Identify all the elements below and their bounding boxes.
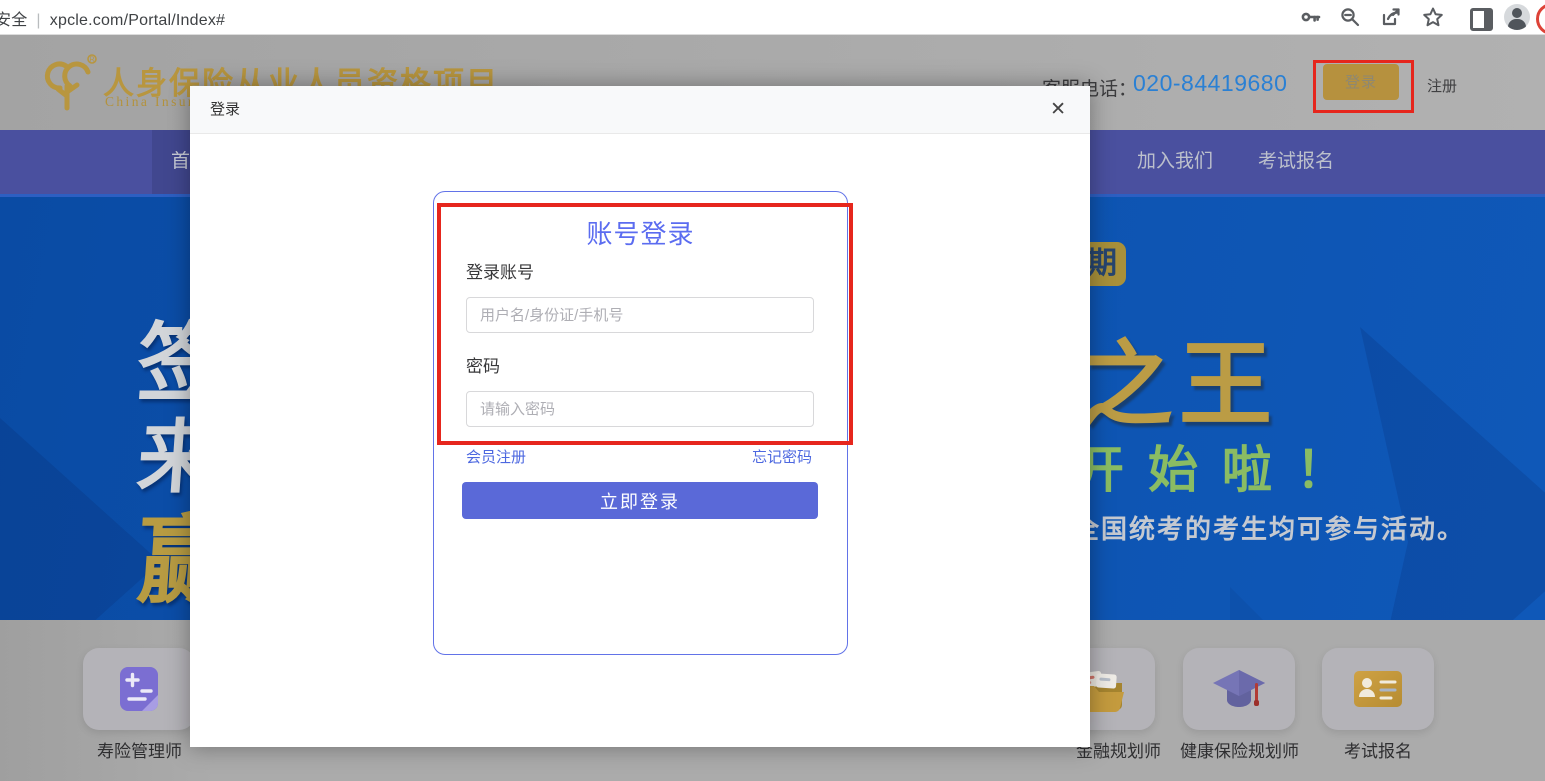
graduation-cap-icon xyxy=(1211,666,1267,712)
login-form-title: 账号登录 xyxy=(434,214,847,251)
key-icon[interactable] xyxy=(1300,6,1322,28)
banner-subheadline: 开始啦！ xyxy=(1074,430,1370,502)
star-icon[interactable] xyxy=(1422,6,1444,28)
login-form-card: 账号登录 登录账号 密码 会员注册 忘记密码 立即登录 xyxy=(433,191,848,655)
login-submit-button[interactable]: 立即登录 xyxy=(462,482,818,519)
member-register-link[interactable]: 会员注册 xyxy=(466,446,526,467)
account-input[interactable] xyxy=(466,297,814,333)
login-modal-header: 登录 ✕ xyxy=(190,86,1090,134)
url-separator: | xyxy=(27,12,49,29)
service-phone-number[interactable]: 020-84419680 xyxy=(1133,70,1287,97)
header-login-button[interactable]: 登录 xyxy=(1323,64,1399,100)
svg-text:R: R xyxy=(89,57,94,64)
card-tile-health-insurance-planner[interactable] xyxy=(1183,648,1295,730)
card-label-health-insurance-planner[interactable]: 健康保险规划师 xyxy=(1180,737,1299,762)
password-label: 密码 xyxy=(466,352,500,377)
profile-icon[interactable] xyxy=(1504,4,1530,30)
nav-item-join-us[interactable]: 加入我们 xyxy=(1137,130,1205,194)
banner-headline: 之王 xyxy=(1080,309,1278,444)
banner-note: 全国统考的考生均可参与活动。 xyxy=(1073,509,1465,546)
forgot-password-link[interactable]: 忘记密码 xyxy=(752,446,812,467)
card-tile-exam-signup[interactable] xyxy=(1322,648,1434,730)
notification-circle-icon[interactable] xyxy=(1536,3,1545,35)
nav-item-exam-signup[interactable]: 考试报名 xyxy=(1258,130,1326,194)
card-label-life-insurance-manager[interactable]: 寿险管理师 xyxy=(97,737,182,762)
account-label: 登录账号 xyxy=(466,258,534,283)
url-value: xpcle.com/Portal/Index# xyxy=(50,12,225,29)
zoom-out-icon[interactable] xyxy=(1339,6,1361,28)
share-icon[interactable] xyxy=(1380,6,1402,28)
id-card-icon xyxy=(1352,669,1404,709)
address-url[interactable]: 安全|xpcle.com/Portal/Index# xyxy=(0,6,225,30)
card-label-exam-signup[interactable]: 考试报名 xyxy=(1344,737,1412,762)
login-modal-title: 登录 xyxy=(210,86,240,134)
password-input[interactable] xyxy=(466,391,814,427)
login-modal: 登录 ✕ 账号登录 登录账号 密码 会员注册 忘记密码 立即登录 xyxy=(190,86,1090,747)
close-icon[interactable]: ✕ xyxy=(1050,86,1066,134)
card-tile-life-insurance-manager[interactable] xyxy=(83,648,195,730)
banner-badge-text: 期 xyxy=(1087,242,1126,286)
split-screen-icon[interactable] xyxy=(1470,8,1493,31)
header-register-link[interactable]: 注册 xyxy=(1427,75,1457,96)
calc-note-icon xyxy=(117,665,161,713)
brand-logo-icon[interactable]: R xyxy=(36,52,98,116)
security-label: 安全 xyxy=(0,12,27,29)
browser-address-bar: 安全|xpcle.com/Portal/Index# xyxy=(0,0,1545,35)
